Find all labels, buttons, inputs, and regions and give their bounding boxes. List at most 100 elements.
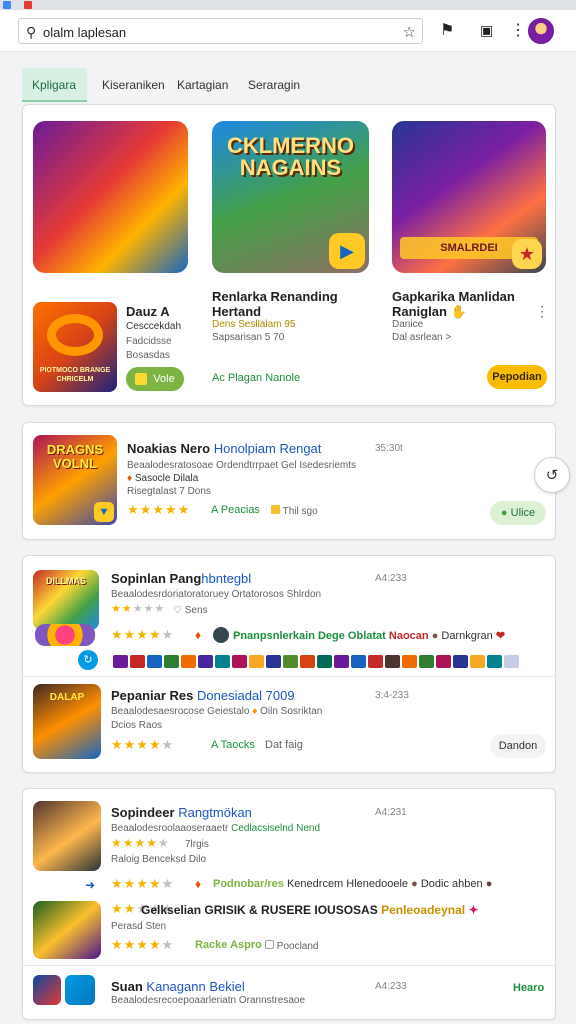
item-link[interactable]: A Taocks [211, 739, 255, 751]
screenshot-thumb[interactable] [317, 655, 332, 668]
screenshot-thumb[interactable] [436, 655, 451, 668]
rating-stars: ★★★★★ [111, 627, 175, 642]
app-name[interactable]: Dauz A [126, 304, 170, 319]
item-link-text: Taocks [220, 739, 255, 751]
screenshot-thumb[interactable] [164, 655, 179, 668]
item-title[interactable]: Renlarka Renanding [212, 289, 338, 304]
tab-kiseraniken[interactable]: Kiseraniken [92, 68, 175, 102]
app-thumbnail[interactable]: DRAGNS VOLNL ▼ [33, 435, 117, 525]
refresh-icon[interactable]: ↺ [534, 457, 570, 493]
timestamp: 3:4-233 [375, 690, 409, 701]
item-title[interactable]: Sopindeer Rangtmökan [111, 805, 252, 820]
play-icon[interactable]: ▶ [329, 233, 365, 269]
app-thumbnail[interactable]: DALAP [33, 684, 101, 759]
avatar[interactable] [528, 18, 554, 44]
item-title[interactable]: Suan Kanagann Bekiel [111, 979, 245, 994]
app-thumbnail[interactable] [33, 801, 101, 871]
screenshot-thumb[interactable] [130, 655, 145, 668]
app-logo-text: PIOTMOCO BRANGE CHRICELM [39, 367, 111, 383]
featured-thumbnail[interactable]: SMALRDEI ★ [392, 121, 546, 273]
item-subtitle-text: Raniglan [392, 304, 447, 319]
secondary-button[interactable]: Dandon [490, 734, 546, 758]
item-desc: Beaalodesrdoriatoratoruey Ortatorosos Sh… [111, 589, 322, 600]
screenshot-thumb[interactable] [266, 655, 281, 668]
refresh-icon[interactable]: ↻ [78, 650, 98, 670]
app-icon [3, 1, 11, 9]
flower-icon [35, 624, 95, 646]
list-card: DRAGNS VOLNL ▼ Noakias Nero Honolpiam Re… [22, 422, 556, 540]
star-icon[interactable]: ☆ [403, 23, 416, 41]
item-title[interactable]: Noakias Nero Honolpiam Rengat [127, 441, 321, 456]
item-desc-extra: Cedlacsiselnd Nend [231, 823, 321, 834]
inline-title-meta: Kenedrcem Hlenedooele [286, 878, 409, 890]
pin-icon: ● [411, 878, 418, 890]
item-meta-text: Sens [184, 605, 208, 616]
screenshot-strip[interactable] [113, 655, 519, 668]
item-title[interactable]: Gelkselian GRISIK & RUSERE IOUSOSAS Penl… [141, 903, 479, 917]
featured-thumbnail[interactable] [33, 121, 188, 273]
app-thumbnail[interactable] [33, 975, 61, 1005]
app-tag-button[interactable]: Vole [126, 367, 184, 391]
screenshot-thumb[interactable] [368, 655, 383, 668]
item-title[interactable]: Pepaniar Res Donesiadal 7009 [111, 688, 295, 703]
screenshot-thumb[interactable] [385, 655, 400, 668]
screenshot-thumb[interactable] [504, 655, 519, 668]
screenshot-thumb[interactable] [300, 655, 315, 668]
screenshot-thumb[interactable] [198, 655, 213, 668]
screenshot-thumb[interactable] [232, 655, 247, 668]
inline-title-extra: Dodic ahben [420, 878, 483, 890]
list-card: ➜ Sopindeer Rangtmökan A4:231 Beaalodesr… [22, 788, 556, 1020]
screenshot-thumb[interactable] [487, 655, 502, 668]
tab-seraragin[interactable]: Seraragin [238, 68, 310, 102]
screenshot-thumb[interactable] [113, 655, 128, 668]
item-meta: Sapsarisan 5 70 [212, 332, 285, 343]
rating-stars: ★★★★★ [111, 836, 170, 850]
screenshot-thumb[interactable] [419, 655, 434, 668]
bookmark-icon[interactable]: ⚑ [440, 20, 454, 40]
item-link[interactable]: Hearo [513, 982, 544, 994]
more-icon[interactable]: ⋮ [535, 303, 549, 320]
screenshot-thumb[interactable] [351, 655, 366, 668]
action-button[interactable]: ● Ulice [490, 501, 546, 525]
item-title-text: Noakias Nero [127, 441, 211, 456]
screenshot-thumb[interactable] [249, 655, 264, 668]
app-thumbnail[interactable] [65, 975, 95, 1005]
item-title[interactable]: Gapkarika Manlidan [392, 289, 515, 304]
item-title[interactable]: Sopinlan Panghbntegbl [111, 571, 251, 586]
action-button-label: Ulice [510, 507, 536, 519]
app-thumbnail[interactable] [33, 901, 101, 959]
cookie-icon: ● [485, 878, 493, 890]
menu-dots-icon[interactable]: ⋮ [510, 20, 526, 40]
badge-icon: ★ [512, 239, 542, 269]
app-logo[interactable]: PIOTMOCO BRANGE CHRICELM [33, 302, 117, 392]
tag-icon [135, 373, 148, 386]
item-link[interactable]: Ac Plagan Nanole [212, 372, 300, 384]
address-bar[interactable]: ⚲ olalm laplesan ☆ [18, 18, 423, 44]
item-tag: Poocland [265, 940, 318, 952]
tab-kpligara[interactable]: Kpligara [22, 68, 87, 102]
tab-kartagian[interactable]: Kartagian [167, 68, 238, 102]
item-link[interactable]: A Peacias [211, 504, 260, 516]
inline-title[interactable]: Pnanpsnlerkain Dege Oblatat Naocan ● Dar… [233, 629, 505, 642]
rating-stars: ★★★★★ [127, 502, 191, 517]
screenshot-thumb[interactable] [402, 655, 417, 668]
address-text[interactable]: olalm laplesan [43, 25, 126, 40]
screenshot-thumb[interactable] [453, 655, 468, 668]
screenshot-thumb[interactable] [283, 655, 298, 668]
screenshot-thumb[interactable] [470, 655, 485, 668]
inline-title[interactable]: Podnobar/res Kenedrcem Hlenedooele ● Dod… [213, 878, 492, 890]
screenshot-thumb[interactable] [334, 655, 349, 668]
primary-button[interactable]: Pepodian [487, 365, 547, 389]
app-thumbnail[interactable]: DILLMAS [33, 570, 99, 630]
screenshot-thumb[interactable] [215, 655, 230, 668]
inline-title-text: Podnobar/res [213, 878, 284, 890]
featured-thumbnail[interactable]: CKLMERNO NAGAINS ▶ [212, 121, 369, 273]
item-title-text: Pepaniar Res [111, 688, 194, 703]
item-title-text: Suan [111, 979, 143, 994]
browser-toolbar: ⚲ olalm laplesan ☆ ⚑ ▣ ⋮ [0, 10, 576, 52]
screenshot-thumb[interactable] [147, 655, 162, 668]
screen-cast-icon[interactable]: ▣ [480, 22, 493, 39]
item-link[interactable]: Racke Aspro [195, 939, 262, 951]
inline-title-meta: Darnkgran [441, 630, 493, 642]
screenshot-thumb[interactable] [181, 655, 196, 668]
